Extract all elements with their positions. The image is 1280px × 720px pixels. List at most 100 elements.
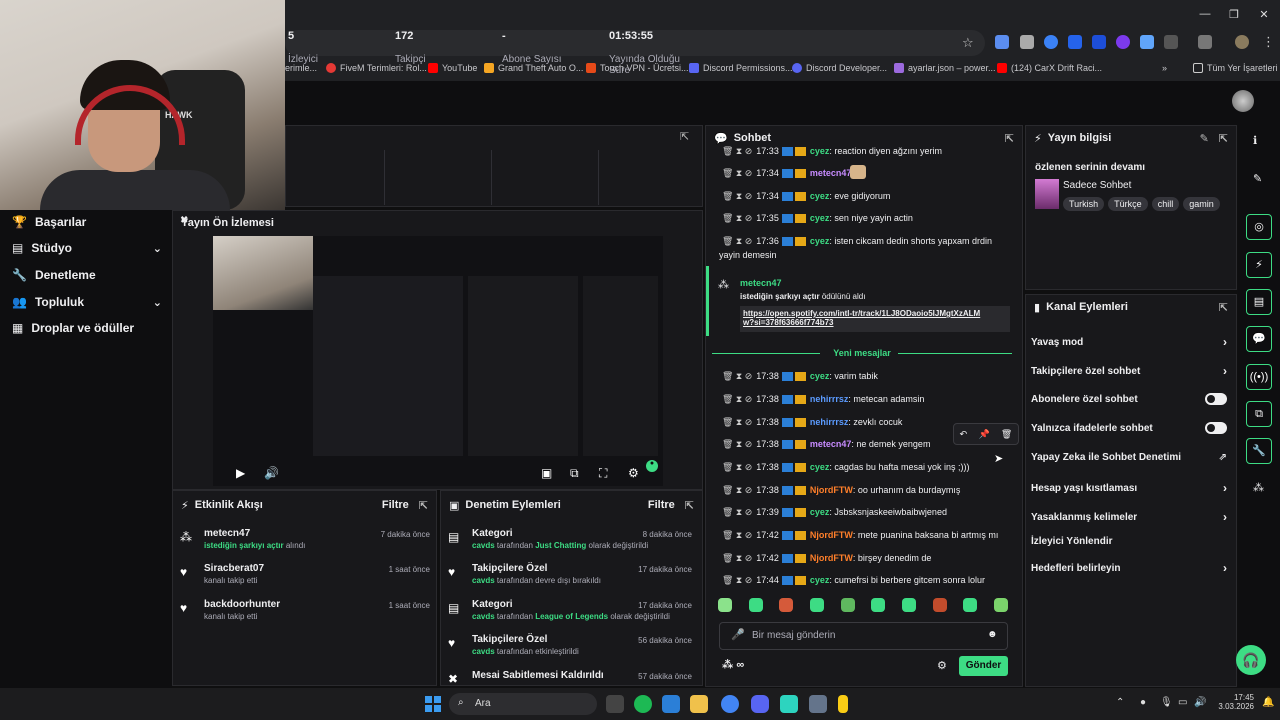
play-icon[interactable]: ▶ <box>236 466 245 480</box>
chat-username[interactable]: NjordFTW <box>810 485 853 495</box>
mod-tools-icon[interactable]: 🗑 ⧗ ⊘ <box>722 530 752 540</box>
extension-icon[interactable] <box>1116 35 1130 49</box>
discord-icon[interactable] <box>751 695 769 713</box>
extension-icon[interactable] <box>1044 35 1058 49</box>
channel-action-row[interactable]: Hesap yaşı kısıtlaması › <box>1031 481 1227 495</box>
bookmarks-more[interactable]: » <box>1162 60 1167 76</box>
task-view-icon[interactable] <box>606 695 624 713</box>
info-icon[interactable]: ℹ <box>1253 134 1257 147</box>
mod-tools-icon[interactable]: 🗑 ⧗ ⊘ <box>722 191 752 201</box>
nav-item-studio[interactable]: ▤ Stüdyo ⌄ <box>12 238 162 258</box>
bookmark[interactable]: ayarlar.json – power... <box>894 60 996 76</box>
download-icon[interactable] <box>1198 35 1212 49</box>
nav-item-community[interactable]: 👥 Topluluk ⌄ <box>12 292 162 312</box>
chat-message[interactable]: 🗑 ⧗ ⊘ 17:38 nehirrrsz: metecan adamsin <box>722 394 1012 405</box>
mod-tools-icon[interactable]: 🗑 ⧗ ⊘ <box>722 553 752 563</box>
toggle-switch[interactable] <box>1205 393 1227 405</box>
chat-username[interactable]: cyez <box>810 507 830 517</box>
channel-points-icon[interactable]: ⁂ <box>1253 481 1264 494</box>
mod-tools-icon[interactable]: 🗑 ⧗ ⊘ <box>722 168 752 178</box>
emote-icon[interactable] <box>963 598 978 612</box>
app-icon[interactable] <box>838 695 848 713</box>
channel-action-row[interactable]: Yapay Zeka ile Sohbet Denetimi ⇗ <box>1031 452 1227 463</box>
close-icon[interactable]: ✕ <box>1254 8 1274 21</box>
pip-icon[interactable]: ⧉ <box>570 466 579 481</box>
channel-action-row[interactable]: İzleyici Yönlendir <box>1031 536 1227 547</box>
chrome-icon[interactable] <box>721 695 739 713</box>
mod-tools-icon[interactable]: 🗑 ⧗ ⊘ <box>722 507 752 517</box>
rail-button-wrench[interactable]: 🔧 <box>1246 438 1272 464</box>
stream-category[interactable]: Sadece Sohbet <box>1063 180 1131 191</box>
list-item[interactable]: ♥ Takipçilere Özel cavds tarafından etkinl… <box>448 634 692 656</box>
settings-icon[interactable]: ⚙ <box>628 466 639 480</box>
file-explorer-icon[interactable] <box>690 695 708 713</box>
chat-input[interactable]: Bir mesaj gönderin <box>719 622 1008 650</box>
popout-icon[interactable]: ⇱ <box>1219 301 1228 314</box>
mod-tools-icon[interactable]: 🗑 ⧗ ⊘ <box>722 146 752 156</box>
windows-start-icon[interactable] <box>425 696 441 712</box>
emoji-icon[interactable]: ☻ <box>987 629 998 640</box>
chat-message[interactable]: 🗑 ⧗ ⊘ 17:38 NjordFTW: oo urhanım da burda… <box>722 485 1012 496</box>
extension-icon[interactable] <box>1020 35 1034 49</box>
mod-tools-icon[interactable]: 🗑 ⧗ ⊘ <box>722 485 752 495</box>
chat-username[interactable]: cyez <box>810 191 830 201</box>
redeem-user[interactable]: metecn47 <box>740 278 782 288</box>
chat-message[interactable]: 🗑 ⧗ ⊘ 17:36 cyez: isten cikcam dedin shor… <box>722 236 1012 247</box>
list-item[interactable]: ♥ Siracberat07 kanalı takip etti 1 saat önc… <box>180 563 430 585</box>
chat-username[interactable]: NjordFTW <box>810 553 853 563</box>
nav-item-moderation[interactable]: 🔧 Denetleme <box>12 265 162 285</box>
emote-icon[interactable] <box>718 598 732 612</box>
rail-button-clip[interactable]: ◎ <box>1246 214 1272 240</box>
pin-icon[interactable]: 📌 <box>978 429 989 440</box>
mod-tools-icon[interactable]: 🗑 ⧗ ⊘ <box>722 236 752 246</box>
tag[interactable]: chill <box>1151 197 1180 211</box>
bookmark[interactable]: (124) CarX Drift Raci... <box>997 60 1102 76</box>
mod-tools-icon[interactable]: 🗑 ⧗ ⊘ <box>722 371 752 381</box>
clock[interactable]: 17:45 3.03.2026 <box>1214 693 1254 711</box>
mod-tools-icon[interactable]: 🗑 ⧗ ⊘ <box>722 394 752 404</box>
chat-username[interactable]: cyez <box>810 146 830 156</box>
spotify-icon[interactable] <box>634 695 652 713</box>
edit-icon[interactable]: ✎ <box>1253 172 1262 185</box>
nav-item-drops[interactable]: ▦ Droplar ve ödüller <box>12 318 162 338</box>
list-item[interactable]: ♥ backdoorhunter kanalı takip etti 1 saat ö… <box>180 599 430 621</box>
chat-username[interactable]: cyez <box>810 371 830 381</box>
volume-icon[interactable]: 🔊 <box>264 466 279 480</box>
channel-action-row[interactable]: Abonelere özel sohbet <box>1031 393 1227 405</box>
chat-message[interactable]: 🗑 ⧗ ⊘ 17:38 cyez: cagdas bu hafta mesai y… <box>722 462 1012 473</box>
popout-icon[interactable]: ⇱ <box>680 130 689 143</box>
list-item[interactable]: ♥ Takipçilere Özel cavds tarafından devre … <box>448 563 692 585</box>
chat-username[interactable]: nehirrrsz <box>810 394 849 404</box>
list-item[interactable]: ▤ Kategori cavds tarafından Just Chatting … <box>448 528 692 550</box>
bookmark[interactable]: Discord Developer... <box>792 60 887 76</box>
chat-message[interactable]: 🗑 ⧗ ⊘ 17:42 NjordFTW: mete puanina baksan… <box>722 530 1012 541</box>
network-icon[interactable]: ▭ <box>1178 697 1187 708</box>
mod-tools-icon[interactable]: 🗑 ⧗ ⊘ <box>722 462 752 472</box>
emote-icon[interactable] <box>871 598 886 612</box>
nav-item-achievements[interactable]: 🏆 Başarılar <box>12 212 162 232</box>
avatar[interactable] <box>1232 90 1254 112</box>
chat-username[interactable]: metecn47 <box>810 439 852 449</box>
emote-icon[interactable] <box>901 598 916 612</box>
chat-username[interactable]: cyez <box>810 575 830 585</box>
chat-message[interactable]: 🗑 ⧗ ⊘ 17:34 cyez: eve gidiyorum <box>722 191 1012 202</box>
chat-message[interactable]: 🗑 ⧗ ⊘ 17:44 cyez: cumefrsi bi berbere git… <box>722 575 1012 586</box>
tray-chevron-icon[interactable]: ⌃ <box>1116 697 1124 708</box>
send-button[interactable]: Gönder <box>959 656 1008 676</box>
extension-icon[interactable] <box>1140 35 1154 49</box>
rail-button-copy[interactable]: ⧉ <box>1246 401 1272 427</box>
fullscreen-icon[interactable]: ⛶ <box>599 466 607 481</box>
chat-username[interactable]: cyez <box>810 213 830 223</box>
channel-action-row[interactable]: Yasaklanmış kelimeler › <box>1031 510 1227 524</box>
filter-button[interactable]: Filtre <box>648 499 675 511</box>
app-icon[interactable] <box>809 695 827 713</box>
rail-button-chat[interactable]: 💬 <box>1246 326 1272 352</box>
rail-button-doc[interactable]: ▤ <box>1246 289 1272 315</box>
filter-button[interactable]: Filtre <box>382 499 409 511</box>
volume-icon[interactable]: 🔊 <box>1194 697 1206 708</box>
menu-icon[interactable]: ⋮ <box>1262 34 1275 50</box>
emote-icon[interactable] <box>993 598 1008 612</box>
vscode-icon[interactable] <box>662 695 680 713</box>
tray-app-icon[interactable]: ● <box>1140 697 1146 708</box>
popout-icon[interactable]: ⇱ <box>685 499 694 512</box>
